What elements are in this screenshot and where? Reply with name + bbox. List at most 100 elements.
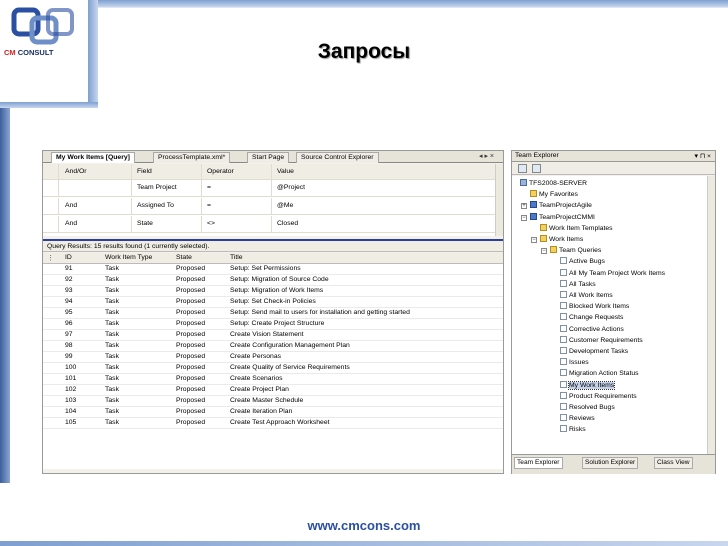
folder-icon bbox=[550, 246, 557, 254]
tree-node[interactable]: Risks bbox=[560, 425, 586, 435]
result-row[interactable]: 102 Task Proposed Create Project Plan bbox=[43, 385, 503, 396]
tree-node[interactable]: TFS2008-SERVER bbox=[520, 179, 587, 189]
clause-value[interactable]: @Project bbox=[277, 184, 305, 191]
result-row[interactable]: 104 Task Proposed Create Iteration Plan bbox=[43, 407, 503, 418]
folder-icon bbox=[540, 223, 547, 231]
expander-icon[interactable]: + bbox=[521, 203, 527, 210]
result-state: Proposed bbox=[176, 408, 206, 415]
result-id: 93 bbox=[65, 287, 73, 294]
tab-solution-explorer[interactable]: Solution Explorer bbox=[582, 457, 639, 469]
result-id: 103 bbox=[65, 397, 77, 404]
clause-operator[interactable]: = bbox=[207, 202, 211, 209]
window-controls[interactable]: ▾ ⊓ × bbox=[695, 152, 711, 160]
tree-node[interactable]: + TeamProjectAgile bbox=[521, 201, 592, 211]
tree-node[interactable]: All Work Items bbox=[560, 291, 613, 301]
tree-node[interactable]: − Work Items bbox=[531, 235, 583, 245]
result-row[interactable]: 96 Task Proposed Setup: Create Project Stru… bbox=[43, 319, 503, 330]
tree-node[interactable]: Product Requirements bbox=[560, 391, 637, 402]
result-row[interactable]: 94 Task Proposed Setup: Set Check-in Polici… bbox=[43, 297, 503, 308]
clause-value[interactable]: @Me bbox=[277, 202, 293, 209]
result-row[interactable]: 93 Task Proposed Setup: Migration of Work I… bbox=[43, 286, 503, 297]
clause-field[interactable]: Assigned To bbox=[137, 202, 174, 209]
team-explorer-window: Team Explorer ▾ ⊓ × TFS2008-SERVER My Fav… bbox=[511, 150, 716, 474]
tree-node[interactable]: Corrective Actions bbox=[560, 324, 624, 335]
result-row[interactable]: 98 Task Proposed Create Configuration Manag… bbox=[43, 341, 503, 352]
result-type: Task bbox=[105, 408, 119, 415]
result-id: 96 bbox=[65, 320, 73, 327]
result-row[interactable]: 103 Task Proposed Create Master Schedule bbox=[43, 396, 503, 407]
tree-node[interactable]: Blocked Work Items bbox=[560, 302, 629, 312]
result-row[interactable]: 100 Task Proposed Create Quality of Service… bbox=[43, 363, 503, 374]
tree-node[interactable]: Customer Requirements bbox=[560, 335, 643, 346]
add-project-icon[interactable] bbox=[532, 164, 541, 173]
tab-source-control-explorer[interactable]: Source Control Explorer bbox=[296, 152, 379, 163]
result-row[interactable]: 97 Task Proposed Create Vision Statement bbox=[43, 330, 503, 341]
tree-node[interactable]: − TeamProjectCMMI bbox=[521, 212, 595, 223]
query-clause-row[interactable]: Team Project = @Project bbox=[43, 180, 495, 197]
tree-node[interactable]: All My Team Project Work Items bbox=[560, 268, 665, 279]
result-state: Proposed bbox=[176, 265, 206, 272]
tree-node[interactable]: Work Item Templates bbox=[540, 223, 613, 234]
tree-node[interactable]: All Tasks bbox=[560, 279, 596, 290]
result-title: Create Iteration Plan bbox=[230, 408, 293, 415]
tree-scrollbar[interactable] bbox=[707, 176, 715, 454]
tree-node[interactable]: Development Tasks bbox=[560, 347, 628, 357]
clause-and-or[interactable]: And bbox=[65, 202, 77, 209]
tree-node[interactable]: Migration Action Status bbox=[560, 369, 639, 379]
clause-value[interactable]: Closed bbox=[277, 220, 298, 227]
tab-process-template[interactable]: ProcessTemplate.xml* bbox=[153, 152, 231, 163]
tree-node-label: All Work Items bbox=[569, 292, 613, 299]
query-clause-row[interactable]: And Assigned To = @Me bbox=[43, 198, 495, 215]
sort-icon[interactable]: ⋮ bbox=[47, 254, 54, 262]
query-clause-row[interactable]: And State <> Closed bbox=[43, 216, 495, 233]
result-row[interactable]: 101 Task Proposed Create Scenarios bbox=[43, 374, 503, 385]
col-title[interactable]: Title bbox=[230, 254, 243, 261]
col-state[interactable]: State bbox=[176, 254, 192, 261]
result-title: Setup: Set Check-in Policies bbox=[230, 298, 316, 305]
proj-icon bbox=[530, 212, 537, 220]
tree-node[interactable]: My Favorites bbox=[530, 190, 578, 200]
tab-class-view[interactable]: Class View bbox=[654, 457, 693, 469]
col-work-item-type[interactable]: Work Item Type bbox=[105, 254, 152, 261]
clause-operator[interactable]: <> bbox=[207, 220, 215, 227]
clause-and-or[interactable]: And bbox=[65, 220, 77, 227]
query-icon bbox=[560, 291, 567, 298]
result-row[interactable]: 105 Task Proposed Create Test Approach Work… bbox=[43, 418, 503, 429]
result-state: Proposed bbox=[176, 386, 206, 393]
tab-start-page[interactable]: Start Page bbox=[247, 152, 290, 163]
logo-underline-rule bbox=[0, 102, 98, 108]
result-row[interactable]: 92 Task Proposed Setup: Migration of Source… bbox=[43, 275, 503, 286]
tab-my-work-items[interactable]: My Work Items [Query] bbox=[51, 152, 135, 163]
result-state: Proposed bbox=[176, 287, 206, 294]
expander-icon[interactable]: − bbox=[541, 248, 547, 255]
clause-field[interactable]: State bbox=[137, 220, 153, 227]
refresh-icon[interactable] bbox=[518, 164, 527, 173]
result-title: Create Scenarios bbox=[230, 375, 283, 382]
tree-node[interactable]: Active Bugs bbox=[560, 257, 605, 267]
result-state: Proposed bbox=[176, 309, 206, 316]
result-row[interactable]: 99 Task Proposed Create Personas bbox=[43, 352, 503, 363]
result-row[interactable]: 95 Task Proposed Setup: Send mail to users … bbox=[43, 308, 503, 319]
tree-node[interactable]: Change Requests bbox=[560, 313, 623, 323]
result-row[interactable]: 91 Task Proposed Setup: Set Permissions bbox=[43, 264, 503, 275]
tree-node[interactable]: Reviews bbox=[560, 414, 595, 424]
result-title: Setup: Send mail to users for installati… bbox=[230, 309, 410, 316]
footer-url[interactable]: www.cmcons.com bbox=[0, 518, 728, 533]
query-icon bbox=[560, 425, 567, 433]
col-id[interactable]: ID bbox=[65, 254, 72, 261]
query-icon bbox=[560, 257, 567, 265]
tab-team-explorer[interactable]: Team Explorer bbox=[514, 457, 563, 469]
tab-scroll-controls[interactable]: ◂ ▸ × bbox=[479, 152, 494, 160]
tree-node[interactable]: − Team Queries bbox=[541, 246, 601, 256]
tree-node[interactable]: Resolved Bugs bbox=[560, 403, 615, 413]
expander-icon[interactable]: − bbox=[521, 214, 527, 221]
result-id: 100 bbox=[65, 364, 77, 371]
tree-node-label: Change Requests bbox=[569, 314, 624, 322]
clause-field[interactable]: Team Project bbox=[137, 184, 177, 191]
tree-node[interactable]: Issues bbox=[560, 358, 589, 368]
folder-icon bbox=[540, 235, 547, 242]
query-grid-scrollbar[interactable] bbox=[495, 164, 503, 236]
clause-operator[interactable]: = bbox=[207, 184, 211, 191]
expander-icon[interactable]: − bbox=[531, 237, 537, 243]
tree-node[interactable]: My Work Items bbox=[560, 380, 616, 391]
